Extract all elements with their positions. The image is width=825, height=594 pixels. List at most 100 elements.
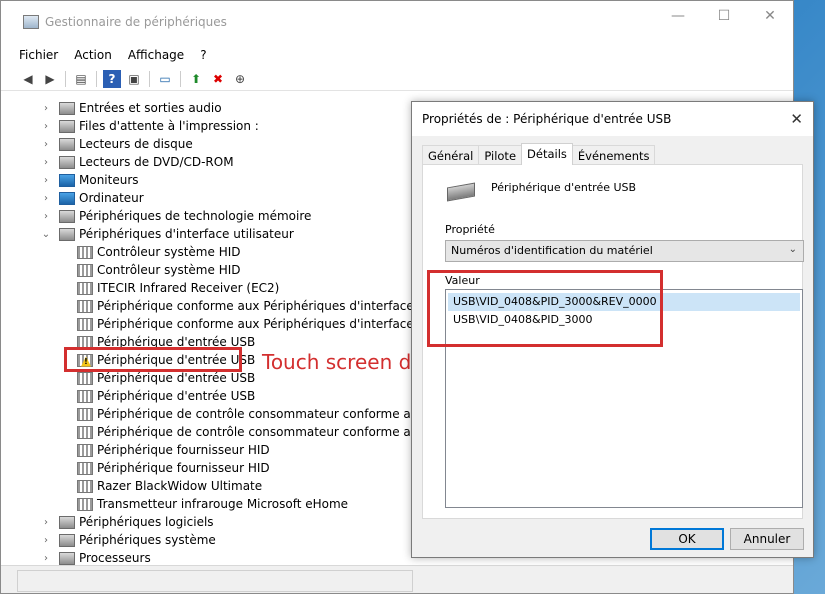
hid-icon — [77, 371, 93, 385]
expand-icon[interactable]: › — [41, 517, 51, 528]
property-select-value: Numéros d'identification du matériel — [451, 244, 653, 257]
tab-general[interactable]: Général — [422, 145, 480, 165]
hid-icon — [77, 497, 93, 511]
tree-row-label: Périphérique conforme aux Périphériques … — [97, 299, 459, 313]
tree-row-label: Processeurs — [79, 551, 151, 565]
audio-icon — [59, 101, 75, 115]
system-device-icon — [59, 533, 75, 547]
tree-row-label: Moniteurs — [79, 173, 139, 187]
expand-icon[interactable]: › — [41, 211, 51, 222]
tree-row-label: Périphérique conforme aux Périphériques … — [97, 317, 459, 331]
value-item[interactable]: USB\VID_0408&PID_3000 — [448, 311, 800, 329]
menu-help[interactable]: ? — [200, 48, 206, 62]
tree-row-label: Razer BlackWidow Ultimate — [97, 479, 263, 493]
hid-icon — [77, 281, 93, 295]
memory-icon — [59, 209, 75, 223]
hid-icon — [77, 479, 93, 493]
tree-row-label: Contrôleur système HID — [97, 245, 241, 259]
tree-row-label: Entrées et sorties audio — [79, 101, 222, 115]
close-button[interactable]: ✕ — [747, 1, 793, 31]
menu-fichier[interactable]: Fichier — [19, 48, 58, 62]
properties-icon[interactable]: ▤ — [72, 70, 90, 88]
tree-row-label: Contrôleur système HID — [97, 263, 241, 277]
processor-icon — [59, 551, 75, 565]
hid-icon — [77, 317, 93, 331]
tree-row-label: Périphérique d'entrée USB — [97, 371, 256, 385]
usb-device-icon — [447, 182, 475, 202]
hid-icon — [77, 263, 93, 277]
disk-icon — [59, 137, 75, 151]
software-device-icon — [59, 515, 75, 529]
cancel-button[interactable]: Annuler — [730, 528, 804, 550]
tree-row-label: Files d'attente à l'impression : — [79, 119, 259, 133]
expand-icon[interactable]: › — [41, 553, 51, 564]
tree-row-label: ITECIR Infrared Receiver (EC2) — [97, 281, 280, 295]
menu-bar: Fichier Action Affichage ? — [1, 43, 793, 67]
tree-row-label: Périphérique de contrôle consommateur co… — [97, 425, 460, 439]
dialog-title: Propriétés de : Périphérique d'entrée US… — [422, 112, 672, 126]
expand-icon[interactable]: › — [41, 103, 51, 114]
hid-icon — [59, 227, 75, 241]
details-panel: Périphérique d'entrée USB Propriété Numé… — [422, 164, 804, 519]
hid-icon — [77, 443, 93, 457]
menu-action[interactable]: Action — [74, 48, 112, 62]
value-label: Valeur — [445, 274, 480, 287]
device-name: Périphérique d'entrée USB — [491, 181, 637, 194]
expand-icon[interactable]: › — [41, 535, 51, 546]
hid-icon — [77, 299, 93, 313]
tree-row-label: Périphérique fournisseur HID — [97, 443, 270, 457]
menu-affichage[interactable]: Affichage — [128, 48, 184, 62]
enable-icon[interactable]: ⬆ — [187, 70, 205, 88]
monitor-icon[interactable]: ▭ — [156, 70, 174, 88]
tree-row-label: Périphérique d'entrée USB — [97, 389, 256, 403]
tree-row-label: Périphérique d'entrée USB — [97, 335, 256, 349]
property-label: Propriété — [445, 223, 495, 236]
tree-row-label: Lecteurs de disque — [79, 137, 193, 151]
tab-strip: Général Pilote Détails Événements — [422, 143, 656, 165]
update-icon[interactable]: ⊕ — [231, 70, 249, 88]
tree-row-label: Périphériques logiciels — [79, 515, 214, 529]
status-bar — [1, 565, 793, 593]
tab-details[interactable]: Détails — [521, 143, 573, 165]
tree-row-label: Périphérique d'entrée USB — [97, 353, 256, 367]
hid-icon — [77, 335, 93, 349]
printer-icon — [59, 119, 75, 133]
tab-pilote[interactable]: Pilote — [478, 145, 523, 165]
expand-icon[interactable]: › — [41, 139, 51, 150]
tree-row-label: Périphériques de technologie mémoire — [79, 209, 312, 223]
collapse-icon[interactable]: ⌄ — [41, 229, 51, 240]
monitor-icon — [59, 173, 75, 187]
back-icon[interactable]: ◀ — [19, 70, 37, 88]
property-select[interactable]: Numéros d'identification du matériel ⌄ — [445, 240, 804, 262]
dialog-title-bar: Propriétés de : Périphérique d'entrée US… — [412, 102, 813, 136]
properties-dialog: Propriétés de : Périphérique d'entrée US… — [411, 101, 814, 558]
title-bar: Gestionnaire de périphériques — ☐ ✕ — [1, 1, 793, 43]
tree-row-label: Lecteurs de DVD/CD-ROM — [79, 155, 234, 169]
forward-icon[interactable]: ▶ — [41, 70, 59, 88]
expand-icon[interactable]: › — [41, 175, 51, 186]
tab-evenements[interactable]: Événements — [571, 145, 656, 165]
tree-row-label: Périphérique de contrôle consommateur co… — [97, 407, 460, 421]
dvd-icon — [59, 155, 75, 169]
hid-icon — [77, 407, 93, 421]
remove-icon[interactable]: ✖ — [209, 70, 227, 88]
value-list[interactable]: USB\VID_0408&PID_3000&REV_0000 USB\VID_0… — [445, 289, 803, 508]
help-icon[interactable]: ? — [103, 69, 121, 88]
expand-icon[interactable]: › — [41, 157, 51, 168]
expand-icon[interactable]: › — [41, 121, 51, 132]
expand-icon[interactable]: › — [41, 193, 51, 204]
window-title: Gestionnaire de périphériques — [45, 15, 227, 29]
dialog-close-icon[interactable]: ✕ — [790, 110, 803, 128]
value-item[interactable]: USB\VID_0408&PID_3000&REV_0000 — [448, 293, 800, 311]
hid-warning-icon — [77, 353, 93, 367]
tree-row-label: Périphériques d'interface utilisateur — [79, 227, 294, 241]
tree-row-label: Transmetteur infrarouge Microsoft eHome — [97, 497, 349, 511]
device-manager-icon — [23, 15, 39, 29]
chevron-down-icon[interactable]: ⌄ — [789, 244, 797, 255]
scan-icon[interactable]: ▣ — [125, 70, 143, 88]
maximize-button[interactable]: ☐ — [701, 1, 747, 31]
ok-button[interactable]: OK — [650, 528, 724, 550]
tree-row-label: Ordinateur — [79, 191, 144, 205]
minimize-button[interactable]: — — [655, 1, 701, 31]
toolbar: ◀ ▶ ▤ ? ▣ ▭ ⬆ ✖ ⊕ — [1, 67, 793, 91]
